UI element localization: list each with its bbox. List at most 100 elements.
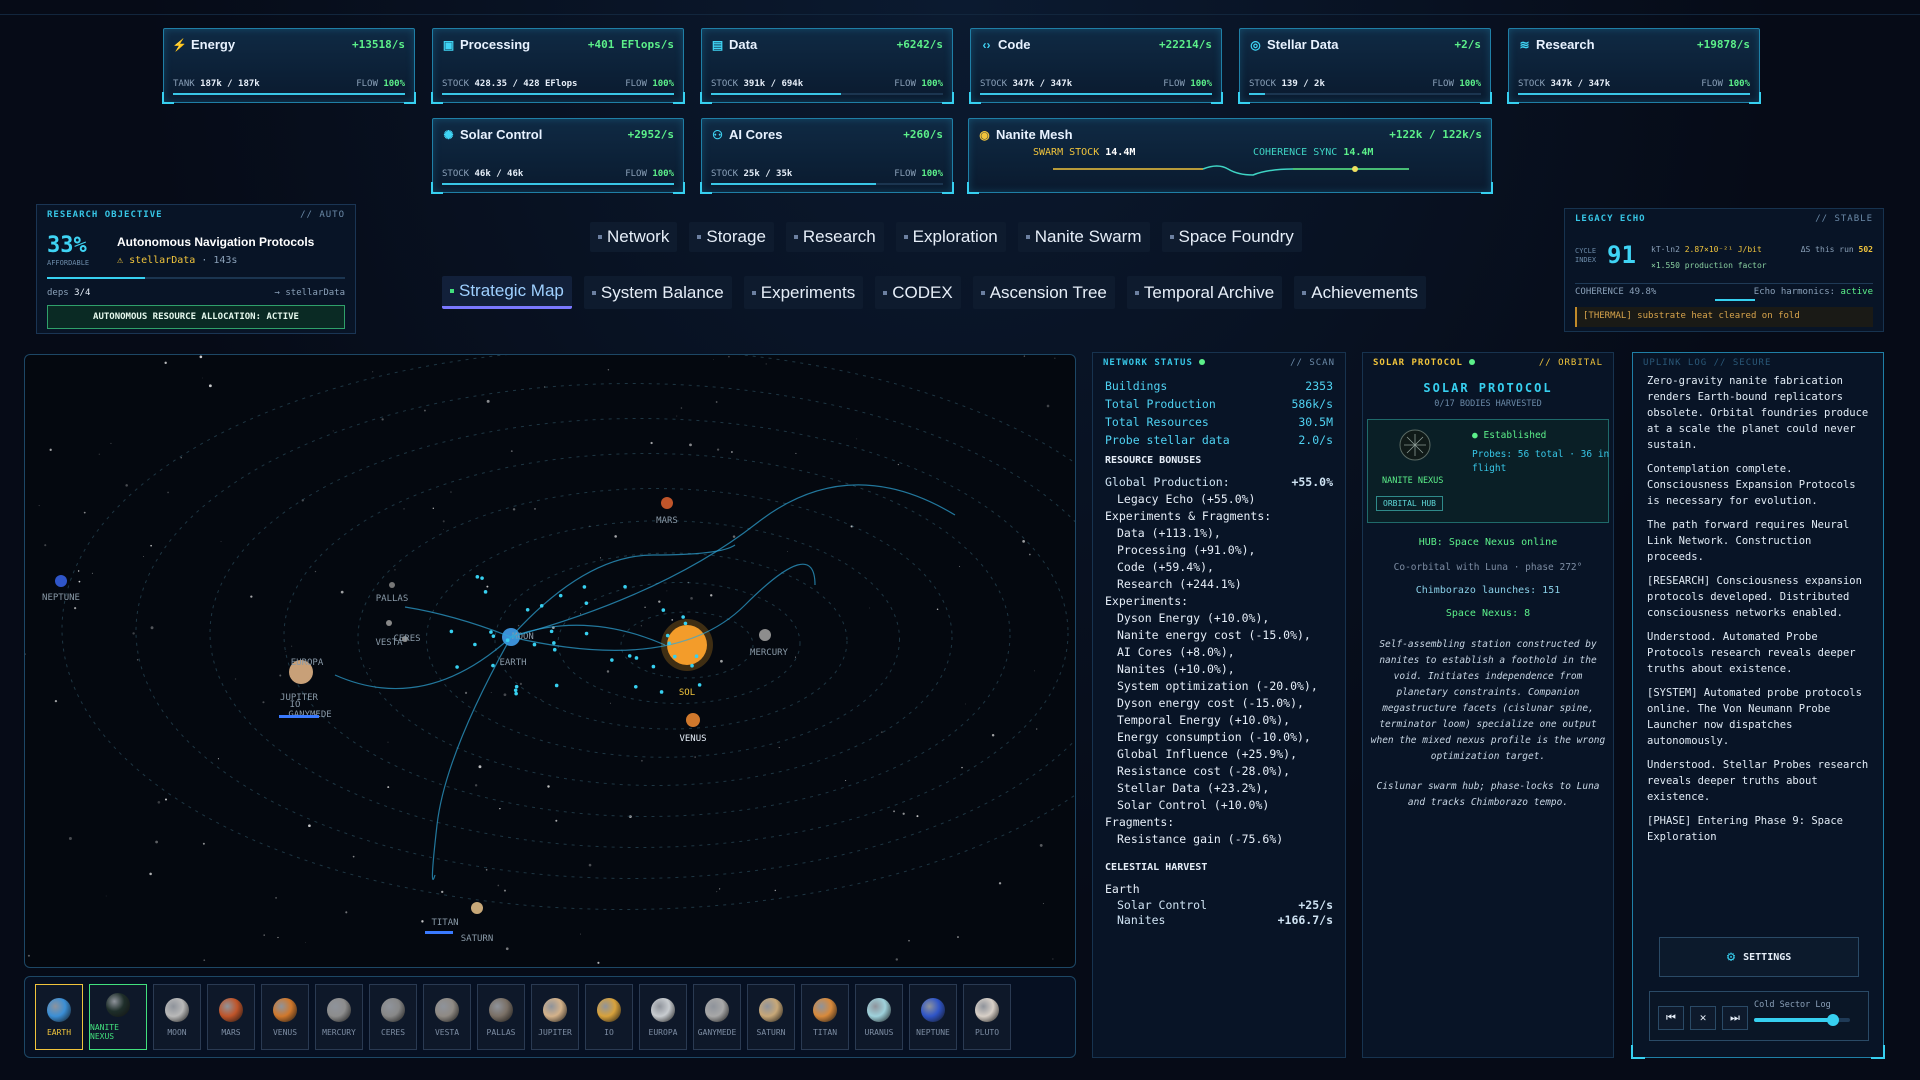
auto-allocation-button[interactable]: AUTONOMOUS RESOURCE ALLOCATION: ACTIVE (47, 305, 345, 329)
star (650, 441, 653, 445)
settings-button[interactable]: ⚙ SETTINGS (1659, 937, 1859, 977)
tab-space-foundry[interactable]: Space Foundry (1161, 222, 1302, 252)
coherence-bar (1715, 299, 1755, 301)
star (715, 401, 718, 403)
resource-card-data[interactable]: ▤ Data +6242/s STOCK 391k / 694k FLOW 100% (700, 28, 954, 104)
body-tile-pallas[interactable]: PALLAS (477, 984, 525, 1050)
mute-button[interactable]: ✕ (1690, 1006, 1716, 1030)
tab-storage[interactable]: Storage (689, 222, 774, 252)
probe-dot (525, 607, 530, 612)
log-entry: Understood. Automated Probe Protocols re… (1647, 631, 1856, 675)
bonus-line: Global Influence (+25.9%), (1117, 747, 1298, 761)
kt-value: 2.87×10⁻²¹ J/bit (1684, 245, 1762, 254)
star (719, 888, 721, 890)
tab-experiments[interactable]: Experiments (743, 276, 864, 309)
tab-nanite-swarm[interactable]: Nanite Swarm (1017, 222, 1150, 252)
legacy-echo-panel: // STABLE LEGACY ECHO CYCLE INDEX 91 kT·l… (1564, 208, 1884, 332)
body-tile-ceres[interactable]: CERES (369, 984, 417, 1050)
research-progress (47, 277, 345, 279)
affordable-label: AFFORDABLE (47, 259, 90, 267)
star (640, 625, 642, 627)
bonus-line: Temporal Energy (+10.0%), (1117, 713, 1291, 727)
stock-value: 391k / 694k (743, 79, 804, 89)
star (164, 798, 167, 801)
star (54, 699, 58, 703)
star (164, 361, 167, 365)
log-entry: [RESEARCH] Consciousness expansion proto… (1647, 575, 1862, 619)
body-tile-mercury[interactable]: MERCURY (315, 984, 363, 1050)
probe-dot (552, 641, 556, 645)
body-tile-mars[interactable]: MARS (207, 984, 255, 1050)
solar-system-map[interactable]: NEPTUNEMARSPALLASVESTACERESEUROPAJUPITER… (25, 355, 1076, 968)
probe-dot (681, 615, 685, 619)
bonus-line: Experiments & Fragments: (1105, 509, 1272, 523)
nanite-rate: +122k / 122k/s (1389, 128, 1482, 141)
resource-card-ai-cores[interactable]: ⚇ AI Cores +260/s STOCK 25k / 35k FLOW 100% (700, 118, 954, 194)
star (110, 442, 112, 444)
stock-value: 139 / 2k (1281, 79, 1325, 89)
strategic-map[interactable]: NEPTUNE MARS PALLAS VESTA CERES EUROPA JUPITER… (24, 354, 1076, 968)
orbital-hub-badge: ORBITAL HUB (1376, 496, 1443, 511)
body-tile-europa[interactable]: EUROPA (639, 984, 687, 1050)
volume-knob[interactable] (1826, 1014, 1839, 1026)
body-tile-jupiter[interactable]: JUPITER (531, 984, 579, 1050)
probe-dot (690, 663, 694, 668)
star (936, 608, 939, 611)
star (1039, 843, 1043, 847)
tab-temporal-archive[interactable]: Temporal Archive (1126, 276, 1283, 309)
nanite-mesh-card[interactable]: ◉ Nanite Mesh +122k / 122k/s SWARM STOCK … (967, 118, 1493, 194)
star (732, 535, 736, 538)
body-tile-io[interactable]: IO (585, 984, 633, 1050)
body-tile-saturn[interactable]: SATURN (747, 984, 795, 1050)
gear-icon: ⚙ (1726, 949, 1736, 965)
resource-card-research[interactable]: ≋ Research +19878/s STOCK 347k / 347k FLOW 1… (1507, 28, 1761, 104)
nexus-card[interactable]: NANITE NEXUS ● Established Probes: 56 to… (1367, 419, 1609, 523)
harvest-body: Earth (1105, 882, 1140, 896)
body-tile-venus[interactable]: VENUS (261, 984, 309, 1050)
map-label: TITAN (431, 918, 458, 928)
legacy-title: LEGACY ECHO (1575, 214, 1646, 224)
tab-codex[interactable]: CODEX (875, 276, 961, 309)
body-tile-moon[interactable]: MOON (153, 984, 201, 1050)
resource-card-solar-control[interactable]: ✺ Solar Control +2952/s STOCK 46k / 46k FLOW… (431, 118, 685, 194)
previous-track-button[interactable]: ⏮ (1658, 1006, 1684, 1030)
body-tile-vesta[interactable]: VESTA (423, 984, 471, 1050)
body-tile-earth[interactable]: EARTH (35, 984, 83, 1050)
body-tile-nanite-nexus[interactable]: NANITE NEXUS (89, 984, 147, 1050)
star (730, 451, 733, 453)
next-track-button[interactable]: ⏭ (1722, 1006, 1748, 1030)
planet-icon (867, 997, 891, 1022)
body-tile-titan[interactable]: TITAN (801, 984, 849, 1050)
star (372, 371, 374, 373)
star (845, 779, 847, 782)
log-entry: The path forward requires Neural Link Ne… (1647, 519, 1850, 563)
tab-ascension-tree[interactable]: Ascension Tree (972, 276, 1115, 309)
star (143, 556, 144, 557)
star (710, 594, 713, 597)
volume-slider[interactable] (1754, 1014, 1850, 1026)
resource-card-code[interactable]: ‹› Code +22214/s STOCK 347k / 347k FLOW 100% (969, 28, 1223, 104)
star (403, 508, 405, 510)
resource-card-energy[interactable]: ⚡ Energy +13518/s TANK 187k / 187k FLOW 100% (162, 28, 416, 104)
probe-dot (552, 647, 557, 652)
pallas-planet (389, 582, 395, 588)
tab-strategic-map[interactable]: Strategic Map (442, 276, 572, 309)
tab-achievements[interactable]: Achievements (1294, 276, 1427, 309)
coherence-readout: COHERENCE 49.8% (1575, 287, 1657, 297)
tab-exploration[interactable]: Exploration (895, 222, 1006, 252)
resource-card-processing[interactable]: ▣ Processing +401 EFlops/s STOCK 428.35 / 4… (431, 28, 685, 104)
body-tile-pluto[interactable]: PLUTO (963, 984, 1011, 1050)
tab-research[interactable]: Research (785, 222, 884, 252)
global-label: Global Production: (1105, 475, 1230, 489)
harvest-label: Solar Control (1117, 898, 1208, 912)
flow-label: FLOW (894, 79, 922, 89)
stock-label: STOCK (980, 79, 1013, 89)
star (897, 463, 900, 466)
tab-network[interactable]: Network (590, 222, 678, 252)
body-tile-uranus[interactable]: URANUS (855, 984, 903, 1050)
resource-card-stellar-data[interactable]: ◎ Stellar Data +2/s STOCK 139 / 2k FLOW 100% (1238, 28, 1492, 104)
star (519, 682, 523, 685)
tab-system-balance[interactable]: System Balance (583, 276, 732, 309)
body-tile-ganymede[interactable]: GANYMEDE (693, 984, 741, 1050)
body-tile-neptune[interactable]: NEPTUNE (909, 984, 957, 1050)
